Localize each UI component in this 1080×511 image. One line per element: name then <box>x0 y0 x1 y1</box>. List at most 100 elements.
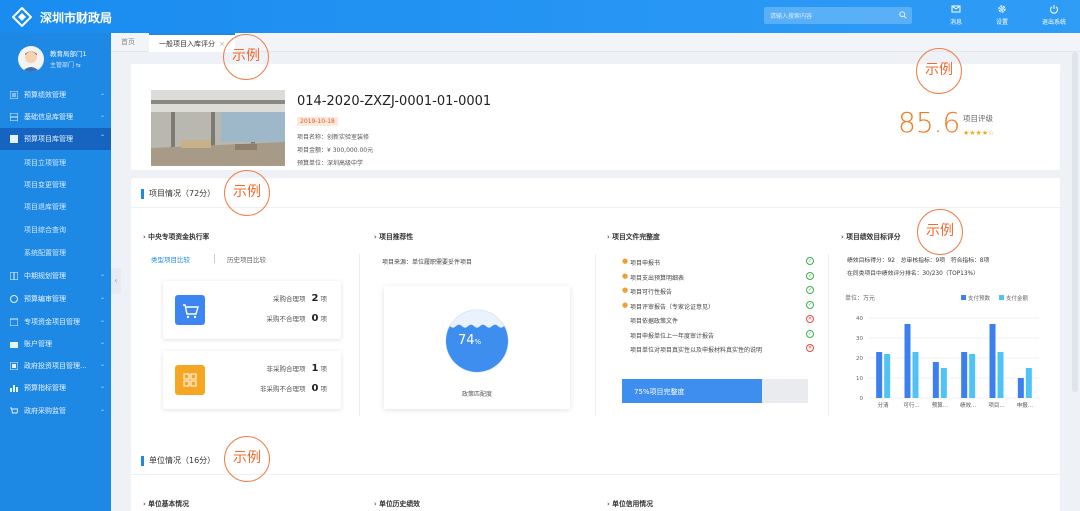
sidebar-subitem-label: 项目综合查询 <box>24 226 66 234</box>
sidebar: 教育局部门1 主管部门 ⇆ 预算绩效管理 ⌄ 基础信息库管理 ⌄ 预算项目库管理… <box>0 33 111 511</box>
sidebar-collapse-button[interactable]: ‹ <box>111 268 121 294</box>
example-stamp: 示例 <box>917 209 963 255</box>
avatar[interactable] <box>18 46 44 72</box>
user-panel: 教育局部门1 主管部门 ⇆ <box>0 33 111 83</box>
procurement-stat-box: 采购合理项 2 项 采购不合理项 0 项 <box>163 281 341 339</box>
sidebar-item-special-fund[interactable]: 专项资金项目管理 ⌄ <box>0 311 111 333</box>
doc-name: 项目申报书 <box>630 260 661 267</box>
logout-label: 退出系统 <box>1041 19 1066 26</box>
section-title: 单位情况（16分） <box>149 456 216 465</box>
doc-name: 项目可行性报告 <box>630 289 673 296</box>
example-stamp: 示例 <box>224 170 270 216</box>
project-amount: 项目金额：¥ 300,000.00元 <box>297 147 374 154</box>
sidebar-item-budget-review[interactable]: 预算编审管理 ⌄ <box>0 288 111 310</box>
sidebar-subitem-project-setup[interactable]: 项目立项管理 <box>0 152 111 174</box>
sidebar-item-midterm-plan[interactable]: 中期规划管理 ⌄ <box>0 265 111 287</box>
legend-label: 支付预数 <box>968 294 991 302</box>
search-icon[interactable] <box>899 11 907 19</box>
sidebar-item-gov-investment[interactable]: 政府投资项目管理... ⌄ <box>0 355 111 377</box>
bar-支付预数 <box>1017 378 1024 398</box>
logout-button[interactable]: 退出系统 <box>1034 4 1074 30</box>
x-tick-label: 项目... <box>988 402 1004 409</box>
performance-bar-chart: 单位：万元 支付预数 支付金额 0 10 20 30 40 分清 可行... 预算... 绩效... 项… <box>845 294 1039 409</box>
column-title: 单位信用情况 <box>607 498 653 508</box>
tab-type-compare[interactable]: 类型项目比较 <box>151 254 190 264</box>
bar-支付预数 <box>989 324 996 398</box>
link-divider <box>214 254 215 263</box>
example-stamp: 示例 <box>916 48 962 94</box>
folder-icon <box>10 318 18 326</box>
sidebar-item-procurement[interactable]: 政府采购监管 ⌄ <box>0 400 111 422</box>
user-role-switch[interactable]: 主管部门 ⇆ <box>50 60 81 69</box>
y-tick-label: 20 <box>856 356 863 362</box>
doc-checklist-item: 项目依据政策文件 ✕ <box>622 314 822 326</box>
chevron-down-icon: ⌄ <box>99 361 105 368</box>
legend-swatch <box>961 295 966 300</box>
cross-circle-icon: ✕ <box>806 315 814 323</box>
doc-checklist-item: ● 项目支出预算明细表 ✓ <box>622 271 822 283</box>
section-title: 项目情况（72分） <box>149 189 216 198</box>
progress-label: 75%项目完整度 <box>634 388 685 396</box>
messages-button[interactable]: 消息 <box>936 4 976 30</box>
sidebar-item-label: 基础信息库管理 <box>24 113 73 121</box>
doc-name: 项目支出预算明细表 <box>630 274 685 282</box>
tab-label: 一般项目入库评分 <box>159 40 215 48</box>
cart-icon <box>10 407 18 414</box>
sidebar-subitem-project-query[interactable]: 项目综合查询 <box>0 219 111 241</box>
building-icon <box>10 362 18 370</box>
chevron-down-icon: ⌄ <box>99 112 105 119</box>
project-score: 85.6 <box>898 106 961 139</box>
messages-label: 消息 <box>949 19 962 26</box>
sidebar-subitem-label: 项目立项管理 <box>24 159 66 167</box>
sidebar-item-label: 账户管理 <box>24 340 52 348</box>
stat-unit: 项 <box>320 295 328 303</box>
sidebar-item-budget-index[interactable]: 预算指标管理 ⌄ <box>0 377 111 399</box>
sidebar-subitem-project-withdraw[interactable]: 项目退库管理 <box>0 196 111 218</box>
required-dot-icon: ● <box>622 271 629 280</box>
chevron-down-icon: ⌄ <box>99 271 105 278</box>
stat-value: 1 <box>311 363 319 374</box>
list-icon <box>10 91 18 99</box>
column-divider <box>828 254 829 416</box>
sidebar-subitem-project-change[interactable]: 项目变更管理 <box>0 174 111 196</box>
sidebar-item-label: 预算项目库管理 <box>24 135 73 143</box>
tab-history-compare[interactable]: 历史项目比较 <box>227 254 266 264</box>
project-unit: 预算单位：深圳高级中学 <box>297 160 364 167</box>
sidebar-item-project-library[interactable]: 预算项目库管理 ⌃ <box>0 128 111 150</box>
bar-支付金额 <box>912 352 919 398</box>
power-icon <box>1050 5 1058 14</box>
list-icon <box>10 272 18 280</box>
doc-checklist-item: 项目单位对项目真实性以及申报材料真实性的说明 ✕ <box>622 343 822 355</box>
sidebar-item-label: 专项资金项目管理 <box>24 318 80 326</box>
search-placeholder: 请输入搜索内容 <box>770 13 813 20</box>
x-tick-label: 绩效... <box>960 401 976 409</box>
sidebar-item-performance[interactable]: 预算绩效管理 ⌄ <box>0 84 111 106</box>
stat-unit: 项 <box>320 315 328 323</box>
stat-label: 非采购不合理项 <box>260 385 306 393</box>
stat-label: 采购合理项 <box>273 295 306 303</box>
sidebar-subitem-system-config[interactable]: 系统配置管理 <box>0 242 111 264</box>
settings-button[interactable]: 设置 <box>982 4 1022 30</box>
bar-支付预数 <box>876 352 883 398</box>
required-dot-icon: ● <box>622 300 629 309</box>
y-tick-label: 30 <box>856 336 863 342</box>
database-icon <box>10 113 18 121</box>
list-icon <box>10 135 18 143</box>
stat-value: 0 <box>311 383 319 394</box>
doc-checklist-item: 项目申报单位上一年度审计报告 ✓ <box>622 329 822 341</box>
page-scrollbar[interactable] <box>1072 52 1078 392</box>
policy-match-card: 74% 政策匹配度 <box>384 286 570 409</box>
stat-value: 2 <box>311 293 319 304</box>
check-circle-icon: ✓ <box>806 329 814 338</box>
tab-home[interactable]: 首页 <box>111 33 145 52</box>
sidebar-item-basic-info[interactable]: 基础信息库管理 ⌄ <box>0 106 111 128</box>
percent-display: 74% <box>458 333 481 348</box>
search-input[interactable]: 请输入搜索内容 <box>764 7 912 24</box>
project-photo <box>151 90 285 166</box>
sidebar-item-account[interactable]: 账户管理 ⌄ <box>0 333 111 355</box>
stat-label: 非采购合理项 <box>266 365 306 373</box>
x-tick-label: 可行... <box>903 401 919 409</box>
column-title: 单位基本情况 <box>143 498 189 508</box>
doc-checklist-item: ● 项目评审报告（专家论证意见） ✓ <box>622 300 822 312</box>
tab-project-scoring[interactable]: 一般项目入库评分 × <box>149 33 235 52</box>
